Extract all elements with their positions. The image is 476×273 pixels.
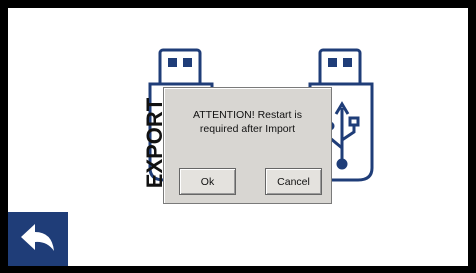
screen: EXPORT ATTENTION! Restart is required af… <box>8 8 468 266</box>
back-arrow-icon <box>21 224 54 251</box>
cancel-button[interactable]: Cancel <box>265 168 322 195</box>
restart-dialog: ATTENTION! Restart is required after Imp… <box>163 87 332 204</box>
ok-button[interactable]: Ok <box>179 168 236 195</box>
dialog-message: ATTENTION! Restart is required after Imp… <box>193 109 302 135</box>
back-button[interactable] <box>8 212 68 266</box>
